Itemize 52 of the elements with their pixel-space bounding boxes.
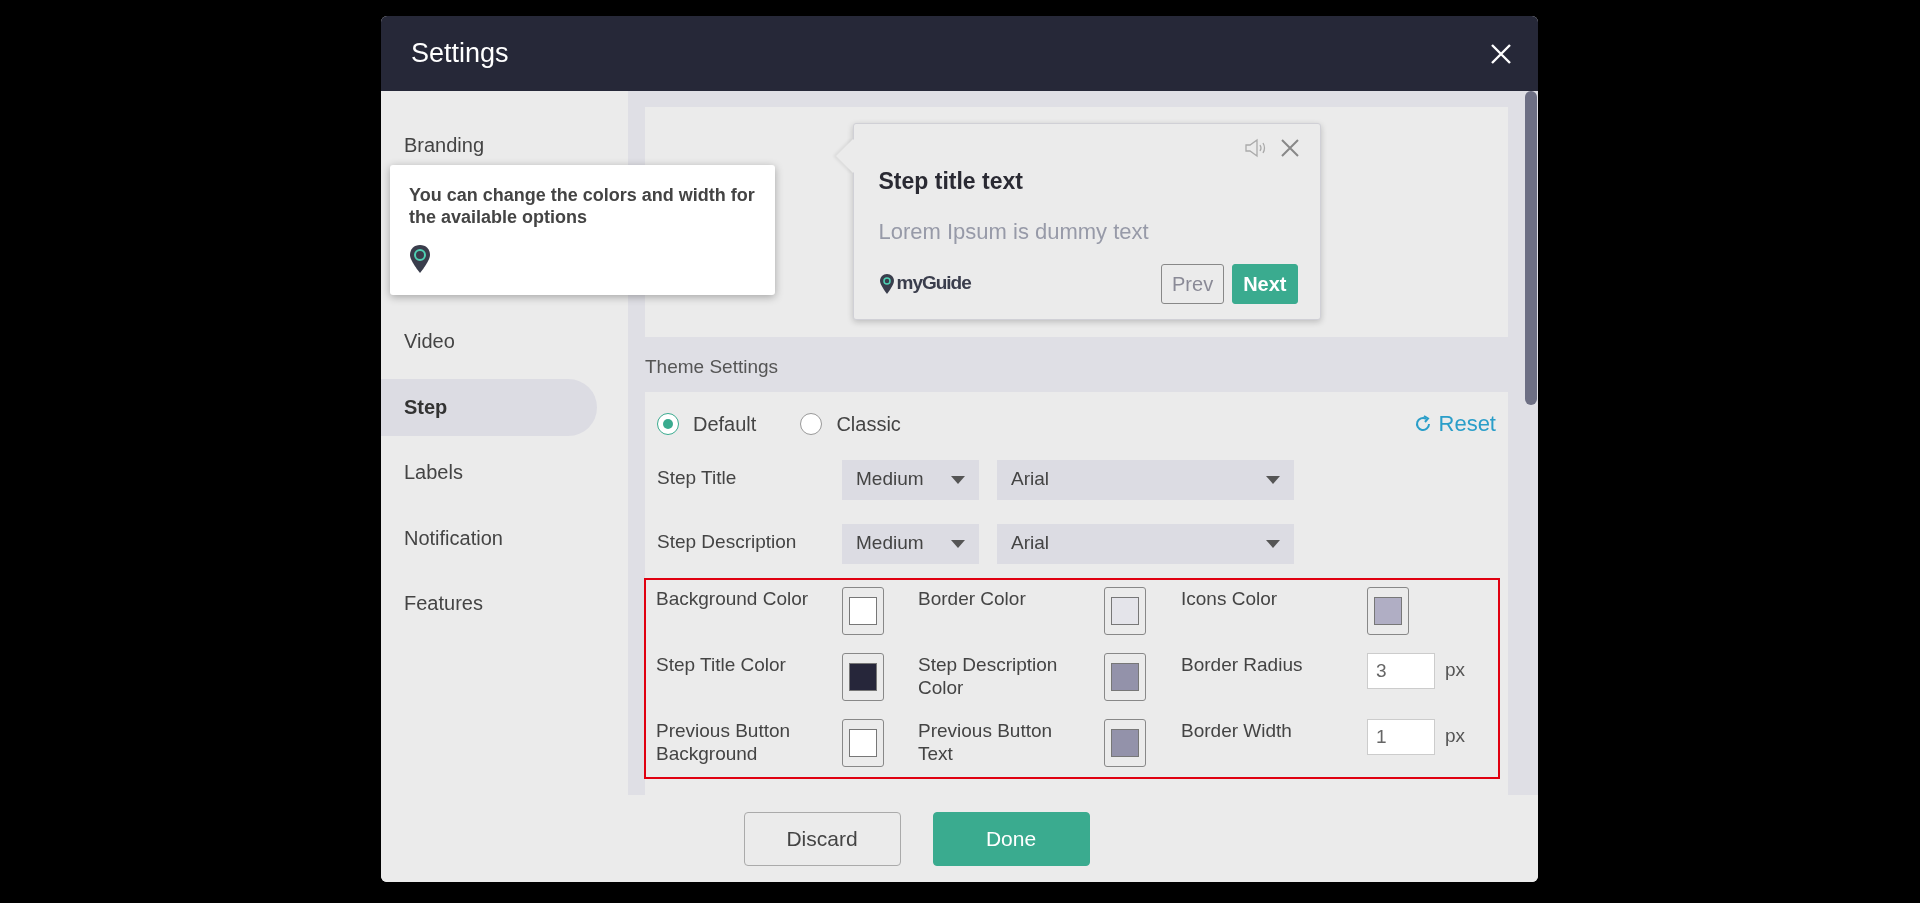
color-picker[interactable]: [1104, 586, 1146, 635]
caret-icon: [951, 475, 965, 484]
step-description: Lorem Ipsum is dummy text: [878, 217, 1150, 246]
setting-label: Background Color: [656, 586, 810, 611]
color-picker[interactable]: [1104, 652, 1146, 701]
scrollbar-thumb[interactable]: [1525, 91, 1537, 405]
setting-label: Border Width: [1181, 718, 1293, 743]
setting-label: Border Color: [918, 586, 1027, 611]
font-dropdown[interactable]: Arial: [997, 523, 1294, 564]
caret-icon: [1266, 539, 1280, 548]
caret-icon: [951, 539, 965, 548]
field-label: Step Description: [657, 529, 798, 554]
color-picker[interactable]: [842, 718, 884, 767]
pin-icon: [878, 272, 895, 295]
color-picker[interactable]: [1104, 718, 1146, 767]
unit-label: px: [1445, 658, 1466, 683]
sidebar-item[interactable]: Step: [381, 378, 597, 436]
size-dropdown[interactable]: Medium: [842, 523, 979, 564]
setting-label: Previous Button Text: [918, 718, 1054, 766]
window-title: Settings: [411, 37, 509, 71]
number-input[interactable]: 3: [1367, 652, 1435, 689]
setting-label: Border Radius: [1181, 652, 1304, 677]
setting-label: Icons Color: [1181, 586, 1279, 611]
discard-button[interactable]: Discard: [743, 811, 901, 866]
section-title: Theme Settings: [645, 355, 780, 379]
radio-button[interactable]: [800, 412, 823, 435]
color-picker[interactable]: [842, 652, 884, 701]
setting-label: Previous Button Background: [656, 718, 792, 766]
logo-text: myGuide: [896, 271, 971, 296]
close-icon: [1490, 42, 1512, 65]
caret-icon: [1266, 475, 1280, 484]
setting-label: Step Title Color: [656, 652, 787, 677]
step-title: Step title text: [878, 167, 1024, 196]
color-picker[interactable]: [1367, 586, 1409, 635]
color-picker[interactable]: [842, 586, 884, 635]
field-label: Step Title: [657, 465, 738, 490]
size-dropdown[interactable]: Medium: [842, 459, 979, 500]
close-icon[interactable]: [1279, 138, 1300, 158]
font-dropdown[interactable]: Arial: [997, 459, 1294, 500]
unit-label: px: [1445, 724, 1466, 749]
radio-button[interactable]: [657, 412, 679, 435]
speaker-icon[interactable]: [1243, 138, 1268, 158]
sidebar-item[interactable]: Labels: [381, 444, 597, 501]
sidebar-item[interactable]: Features: [381, 575, 597, 632]
sidebar-item[interactable]: Video: [381, 313, 597, 370]
pin-icon: [409, 244, 431, 275]
sidebar-item[interactable]: Notification: [381, 509, 597, 567]
radio-label[interactable]: Default: [693, 408, 757, 439]
setting-label: Step Description Color: [918, 652, 1059, 700]
radio-label[interactable]: Classic: [836, 408, 901, 439]
number-input[interactable]: 1: [1367, 718, 1435, 755]
tooltip-text: You can change the colors and width for the available options: [409, 185, 756, 229]
